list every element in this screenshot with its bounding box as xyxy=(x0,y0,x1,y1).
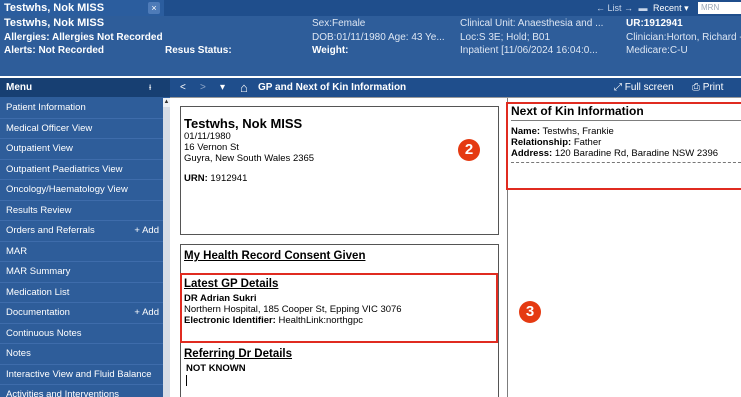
banner-ur: UR:1912941 xyxy=(626,18,683,29)
back-button[interactable]: < xyxy=(180,78,186,97)
patient-banner: Testwhs, Nok MISS Allergies: Allergies N… xyxy=(0,16,741,76)
sidebar-item-label: Outpatient View xyxy=(6,143,73,154)
sidebar-item-activities[interactable]: Activities and Interventions xyxy=(0,385,163,397)
nok-highlight xyxy=(506,102,741,190)
patient-card-dob: 01/11/1980 xyxy=(184,131,231,142)
patient-card-name: Testwhs, Nok MISS xyxy=(184,116,303,131)
sidebar-item-label: Documentation xyxy=(6,307,70,318)
banner-clinical-unit: Clinical Unit: Anaesthesia and ... xyxy=(460,18,604,29)
mrn-search-input[interactable]: MRN xyxy=(698,2,741,14)
urn-label: URN: xyxy=(184,173,208,184)
fullscreen-label: Full screen xyxy=(624,82,674,93)
sidebar-item-label: Notes xyxy=(6,348,31,359)
sidebar-scrollbar[interactable]: ▲ xyxy=(163,98,170,397)
sidebar-item-notes[interactable]: Notes xyxy=(0,344,163,365)
fullscreen-button[interactable]: ⤢ Full screen xyxy=(614,78,674,97)
sidebar-item-label: Activities and Interventions xyxy=(6,389,120,397)
sidebar-item-medication-list[interactable]: Medication List xyxy=(0,283,163,303)
recent-dropdown[interactable]: Recent ▾ xyxy=(653,3,689,13)
patient-card-city: Guyra, New South Wales 2365 xyxy=(184,153,315,164)
step-marker-2: 2 xyxy=(458,139,480,161)
folder-icon: ▬ xyxy=(638,3,648,13)
print-label: Print xyxy=(702,82,724,93)
list-nav-button[interactable]: ← List → xyxy=(596,3,633,13)
banner-weight: Weight: xyxy=(312,45,349,56)
banner-location: Loc:S 3E; Hold; B01 xyxy=(460,32,551,43)
sidebar-item-medical-officer-view[interactable]: Medical Officer View xyxy=(0,119,163,139)
sidebar-item-outpatient-paediatrics-view[interactable]: Outpatient Paediatrics View xyxy=(0,160,163,180)
sidebar-item-continuous-notes[interactable]: Continuous Notes xyxy=(0,324,163,344)
forward-button[interactable]: > xyxy=(200,78,206,97)
home-icon[interactable]: ⌂ xyxy=(240,78,248,97)
history-dropdown[interactable]: ▾ xyxy=(220,78,225,97)
sidebar-item-label: MAR Summary xyxy=(6,266,71,277)
patient-tab-title: Testwhs, Nok MISS xyxy=(4,2,105,14)
banner-clinician: Clinician:Horton, Richard - xyxy=(626,32,741,43)
fullscreen-icon: ⤢ xyxy=(614,82,625,93)
sidebar-item-results-review[interactable]: Results Review xyxy=(0,201,163,221)
sidebar-item-documentation[interactable]: Documentation + Add xyxy=(0,303,163,324)
sidebar-item-oncology-haematology-view[interactable]: Oncology/Haematology View xyxy=(0,180,163,201)
page-title: GP and Next of Kin Information xyxy=(258,82,407,93)
sidebar-item-label: MAR xyxy=(6,245,28,257)
banner-inpatient: Inpatient [11/06/2024 16:04:0... xyxy=(460,45,598,56)
consent-heading: My Health Record Consent Given xyxy=(184,250,366,262)
banner-patient-name: Testwhs, Nok MISS xyxy=(4,17,105,29)
sidebar-item-orders-and-referrals[interactable]: Orders and Referrals + Add xyxy=(0,221,163,242)
referring-value: NOT KNOWN xyxy=(186,363,246,374)
close-icon[interactable]: × xyxy=(148,2,160,14)
sidebar-item-label: Outpatient Paediatrics View xyxy=(6,163,123,175)
sidebar-item-label: Patient Information xyxy=(6,102,86,113)
sidebar-item-label: Continuous Notes xyxy=(6,327,82,339)
sidebar-item-mar[interactable]: MAR xyxy=(0,242,163,262)
patient-tab[interactable]: Testwhs, Nok MISS × xyxy=(0,0,164,16)
menu-header: Menu ᵻ xyxy=(0,78,170,97)
banner-sex: Sex:Female xyxy=(312,18,366,29)
banner-medicare: Medicare:C-U xyxy=(626,45,688,56)
urn-value: 1912941 xyxy=(210,173,248,184)
sidebar-item-patient-information[interactable]: Patient Information xyxy=(0,98,163,119)
content-area: Testwhs, Nok MISS 01/11/1980 16 Vernon S… xyxy=(170,97,741,397)
add-order-button[interactable]: + Add xyxy=(134,221,159,241)
printer-icon: ⎙ xyxy=(692,82,703,93)
sidebar-item-label: Interactive View and Fluid Balance xyxy=(6,368,152,380)
patient-card: Testwhs, Nok MISS 01/11/1980 16 Vernon S… xyxy=(180,106,499,235)
patient-card-urn: URN: 1912941 xyxy=(184,173,247,184)
sidebar-item-label: Orders and Referrals xyxy=(6,225,95,236)
sidebar-item-label: Medical Officer View xyxy=(6,122,93,134)
sidebar-item-mar-summary[interactable]: MAR Summary xyxy=(0,262,163,283)
patient-card-street: 16 Vernon St xyxy=(184,142,239,153)
text-cursor xyxy=(186,375,187,386)
pin-icon[interactable]: ᵻ xyxy=(149,78,151,97)
page-toolbar: < > ▾ ⌂ GP and Next of Kin Information ⤢… xyxy=(170,78,741,97)
sidebar-item-label: Oncology/Haematology View xyxy=(6,184,128,195)
sidebar-item-label: Medication List xyxy=(6,286,70,298)
patient-navigation: ← List → ▬ Recent ▾ xyxy=(596,0,692,16)
window-tab-strip: Testwhs, Nok MISS × ← List → ▬ Recent ▾ … xyxy=(0,0,741,16)
banner-allergies[interactable]: Allergies: Allergies Not Recorded xyxy=(4,31,163,44)
referring-heading: Referring Dr Details xyxy=(184,348,293,360)
banner-resus-status: Resus Status: xyxy=(165,45,232,56)
banner-dob-age: DOB:01/11/1980 Age: 43 Ye... xyxy=(312,32,445,43)
menu-title: Menu xyxy=(6,82,33,93)
print-button[interactable]: ⎙ Print xyxy=(692,78,723,97)
menu-list: Patient Information Medical Officer View… xyxy=(0,98,163,397)
add-documentation-button[interactable]: + Add xyxy=(134,303,159,323)
banner-alerts[interactable]: Alerts: Not Recorded xyxy=(4,44,104,57)
sidebar: Menu ᵻ Patient Information Medical Offic… xyxy=(0,78,170,397)
sidebar-item-label: Results Review xyxy=(6,204,72,216)
step-marker-3: 3 xyxy=(519,301,541,323)
sidebar-item-outpatient-view[interactable]: Outpatient View xyxy=(0,139,163,160)
sidebar-item-interactive-view[interactable]: Interactive View and Fluid Balance xyxy=(0,365,163,385)
scroll-up-icon[interactable]: ▲ xyxy=(163,98,170,107)
gp-details-highlight xyxy=(180,273,498,343)
